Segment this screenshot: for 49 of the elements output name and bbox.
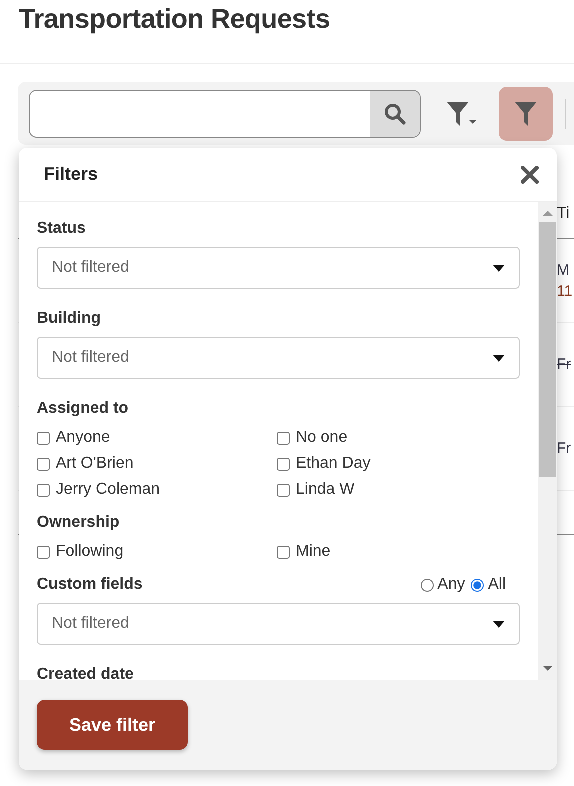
caret-icon (493, 264, 505, 272)
field-label: Building (37, 310, 101, 328)
checkbox-option[interactable]: Art O'Brien (37, 455, 277, 473)
match-radio[interactable]: All (471, 576, 506, 594)
checkbox[interactable] (37, 432, 50, 444)
filter-dropdown[interactable]: Not filtered (37, 603, 520, 645)
field-label: Assigned to (37, 400, 129, 418)
checkbox[interactable] (37, 484, 50, 496)
field-label: Created date (37, 666, 134, 680)
filter-button[interactable] (499, 86, 553, 140)
checkbox[interactable] (277, 546, 290, 558)
caret-icon (493, 354, 505, 362)
radio-button[interactable] (420, 578, 434, 592)
checkbox[interactable] (277, 432, 290, 444)
checkbox[interactable] (37, 458, 50, 470)
table-cell-text: M (557, 260, 570, 280)
radio-button[interactable] (471, 578, 484, 592)
search-icon (384, 102, 406, 124)
search-field[interactable] (29, 90, 421, 138)
search-button[interactable] (370, 90, 420, 136)
close-icon (521, 166, 539, 184)
checkbox-option[interactable]: Mine (277, 543, 520, 561)
checkbox-option[interactable]: No one (277, 429, 520, 447)
scrollbar[interactable] (538, 202, 557, 680)
save-filter-button[interactable]: Save filter (37, 700, 188, 750)
table-cell-text: Fr (557, 439, 572, 459)
checkbox[interactable] (277, 484, 290, 496)
checkbox-option[interactable]: Ethan Day (277, 455, 520, 473)
caret-icon (493, 620, 505, 628)
checkbox[interactable] (277, 458, 290, 470)
field-label: Custom fields (37, 576, 143, 594)
column-header: Ti (557, 205, 570, 223)
filter-dropdown[interactable]: Not filtered (37, 247, 520, 289)
checkbox-option[interactable]: Anyone (37, 429, 277, 447)
funnel-icon (515, 102, 537, 126)
match-radio[interactable]: Any (420, 576, 466, 594)
page-title: Transportation Requests (19, 4, 330, 35)
close-button[interactable] (521, 166, 539, 184)
panel-title: Filters (44, 164, 98, 185)
table-cell-text: 11 (557, 282, 574, 302)
funnel-caret-icon (447, 102, 477, 126)
checkbox[interactable] (37, 546, 50, 558)
checkbox-option[interactable]: Linda W (277, 481, 520, 499)
field-label: Ownership (37, 514, 120, 532)
checkbox-option[interactable]: Following (37, 543, 277, 561)
checkbox-option[interactable]: Jerry Coleman (37, 481, 277, 499)
field-label: Status (37, 220, 86, 238)
table-cell-text: Fr (557, 355, 572, 375)
filter-dropdown[interactable]: Not filtered (37, 337, 520, 379)
